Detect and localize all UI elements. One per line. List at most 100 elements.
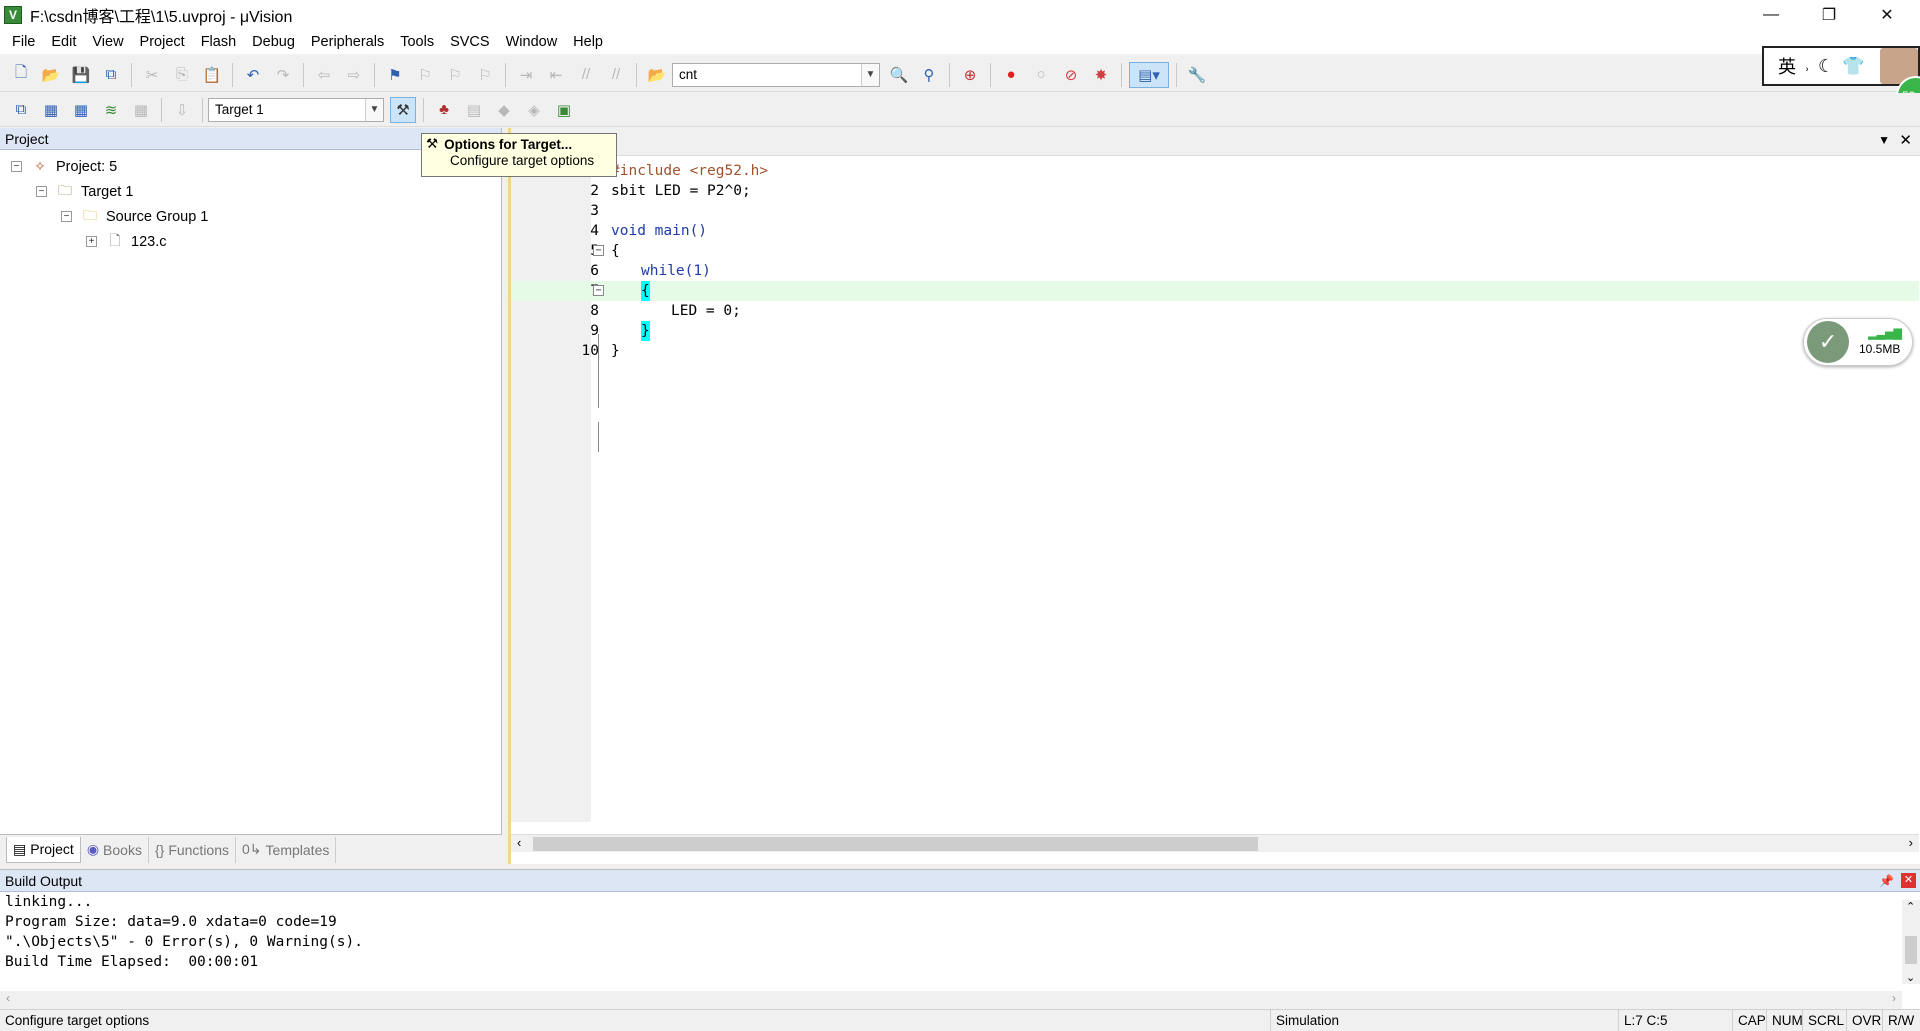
- expand-icon[interactable]: +: [86, 236, 97, 247]
- shirt-icon[interactable]: 👕: [1842, 56, 1864, 77]
- output-vertical-scrollbar[interactable]: ⌃ ⌄: [1902, 900, 1920, 984]
- find-icon[interactable]: 🔍: [886, 62, 912, 88]
- menu-peripherals[interactable]: Peripherals: [303, 30, 392, 54]
- output-horizontal-scrollbar[interactable]: ‹ ›: [0, 991, 1902, 1009]
- scroll-down-icon[interactable]: ⌄: [1906, 971, 1915, 984]
- navigate-back-icon[interactable]: ⇦: [311, 62, 337, 88]
- menu-window[interactable]: Window: [498, 30, 566, 54]
- chevron-down-icon[interactable]: ▼: [1878, 133, 1890, 147]
- cut-icon[interactable]: ✂: [139, 62, 165, 88]
- file-extensions-icon[interactable]: ▤: [461, 97, 487, 123]
- chevron-down-icon[interactable]: ▼: [861, 63, 879, 86]
- paste-icon[interactable]: 📋: [199, 62, 225, 88]
- bookmark-clear-icon[interactable]: ⚐: [472, 62, 498, 88]
- copy-icon[interactable]: ⎘: [169, 62, 195, 88]
- fold-toggle-icon[interactable]: −: [593, 245, 604, 256]
- tree-label-source-group[interactable]: Source Group 1: [106, 209, 208, 225]
- menu-flash[interactable]: Flash: [193, 30, 244, 54]
- tree-item-source-group[interactable]: − 🗀 Source Group 1: [0, 204, 501, 229]
- window-layout-icon[interactable]: ▤▾: [1129, 61, 1169, 88]
- close-icon[interactable]: ✕: [1899, 131, 1912, 149]
- editor-horizontal-scrollbar[interactable]: ‹ ›: [511, 834, 1919, 852]
- select-packs-icon[interactable]: ◆: [491, 97, 517, 123]
- manage-project-items-icon[interactable]: ♣: [431, 97, 457, 123]
- find-combo[interactable]: cnt ▼: [672, 62, 880, 87]
- menu-project[interactable]: Project: [132, 30, 193, 54]
- disable-breakpoints-icon[interactable]: ⊘: [1058, 62, 1084, 88]
- code-line[interactable]: 8 LED = 0;: [511, 301, 1919, 321]
- fold-toggle-icon[interactable]: −: [593, 285, 604, 296]
- indent-icon[interactable]: ⇥: [513, 62, 539, 88]
- build-icon[interactable]: ▦: [38, 97, 64, 123]
- navigate-forward-icon[interactable]: ⇨: [341, 62, 367, 88]
- enable-breakpoint-icon[interactable]: ○: [1028, 62, 1054, 88]
- close-button[interactable]: ✕: [1858, 0, 1916, 30]
- start-debug-icon[interactable]: ⊕: [957, 62, 983, 88]
- collapse-icon[interactable]: −: [61, 211, 72, 222]
- memory-monitor-widget[interactable]: ✓ ▂▃▅▇ 10.5MB: [1803, 318, 1913, 366]
- comment-icon[interactable]: //: [573, 62, 599, 88]
- menu-help[interactable]: Help: [565, 30, 611, 54]
- tab-project[interactable]: ▤ Project: [6, 836, 81, 863]
- scroll-left-icon[interactable]: ‹: [517, 835, 521, 850]
- bookmark-toggle-icon[interactable]: ⚑: [382, 62, 408, 88]
- menu-view[interactable]: View: [84, 30, 131, 54]
- code-line[interactable]: 6 while(1): [511, 261, 1919, 281]
- tree-label-file[interactable]: 123.c: [131, 234, 166, 250]
- target-combo[interactable]: Target 1 ▼: [208, 97, 384, 122]
- configure-wrench-icon[interactable]: 🔧: [1184, 62, 1210, 88]
- code-line[interactable]: 5 − {: [511, 241, 1919, 261]
- uncomment-icon[interactable]: //: [603, 62, 629, 88]
- options-for-target-icon[interactable]: ⚒: [390, 96, 416, 123]
- code-line[interactable]: 9 }: [511, 321, 1919, 341]
- bookmark-next-icon[interactable]: ⚐: [442, 62, 468, 88]
- menu-edit[interactable]: Edit: [43, 30, 84, 54]
- minimize-button[interactable]: —: [1742, 0, 1800, 30]
- moon-icon[interactable]: ☾: [1818, 56, 1834, 77]
- punctuation-icon[interactable]: ˒: [1804, 56, 1810, 77]
- scrollbar-thumb[interactable]: [1905, 936, 1917, 964]
- stop-build-icon[interactable]: ▦: [128, 97, 154, 123]
- scrollbar-thumb[interactable]: [533, 837, 1258, 851]
- ime-toolbar[interactable]: 英 ˒ ☾ 👕: [1762, 46, 1920, 86]
- find-in-files-icon[interactable]: 📂: [644, 62, 670, 88]
- menu-tools[interactable]: Tools: [392, 30, 442, 54]
- bookmark-prev-icon[interactable]: ⚐: [412, 62, 438, 88]
- save-icon[interactable]: 💾: [68, 62, 94, 88]
- code-line[interactable]: 10 }: [511, 341, 1919, 361]
- menu-svcs[interactable]: SVCS: [442, 30, 498, 54]
- batch-build-icon[interactable]: ≋: [98, 97, 124, 123]
- ime-language-label[interactable]: 英: [1778, 53, 1796, 79]
- kill-breakpoints-icon[interactable]: ✸: [1088, 62, 1114, 88]
- insert-breakpoint-icon[interactable]: ●: [998, 62, 1024, 88]
- tab-templates[interactable]: 0↳ Templates: [236, 836, 337, 863]
- code-line[interactable]: 2 sbit LED = P2^0;: [511, 181, 1919, 201]
- tab-books[interactable]: ◉ Books: [81, 836, 149, 863]
- close-icon[interactable]: ✕: [1901, 873, 1916, 888]
- save-all-icon[interactable]: ⧉: [98, 62, 124, 88]
- tree-item-file[interactable]: + 🗋 123.c: [0, 229, 501, 254]
- tree-label-project[interactable]: Project: 5: [56, 159, 117, 175]
- pin-icon[interactable]: 📌: [1879, 870, 1894, 892]
- redo-icon[interactable]: ↷: [270, 62, 296, 88]
- scroll-up-icon[interactable]: ⌃: [1906, 900, 1915, 913]
- new-file-icon[interactable]: 🗋: [8, 62, 34, 88]
- tab-functions[interactable]: {} Functions: [149, 836, 237, 863]
- menu-file[interactable]: File: [4, 30, 43, 54]
- undo-icon[interactable]: ↶: [240, 62, 266, 88]
- code-line[interactable]: 1 #include <reg52.h>: [511, 161, 1919, 181]
- scroll-right-icon[interactable]: ›: [1909, 835, 1913, 850]
- tree-item-target[interactable]: − 🗀 Target 1: [0, 179, 501, 204]
- collapse-icon[interactable]: −: [11, 161, 22, 172]
- scroll-left-icon[interactable]: ‹: [6, 991, 10, 1005]
- rebuild-icon[interactable]: ▦: [68, 97, 94, 123]
- code-line[interactable]: 4 void main(): [511, 221, 1919, 241]
- chevron-down-icon[interactable]: ▼: [365, 98, 383, 121]
- unindent-icon[interactable]: ⇤: [543, 62, 569, 88]
- menu-debug[interactable]: Debug: [244, 30, 303, 54]
- pack-installer-icon[interactable]: ▣: [551, 97, 577, 123]
- incremental-find-icon[interactable]: ⚲: [916, 62, 942, 88]
- collapse-icon[interactable]: −: [36, 186, 47, 197]
- tree-label-target[interactable]: Target 1: [81, 184, 133, 200]
- code-editor[interactable]: ▼ ✕ 1 #include <reg52.h> 2 sbit LED = P2…: [508, 128, 1920, 864]
